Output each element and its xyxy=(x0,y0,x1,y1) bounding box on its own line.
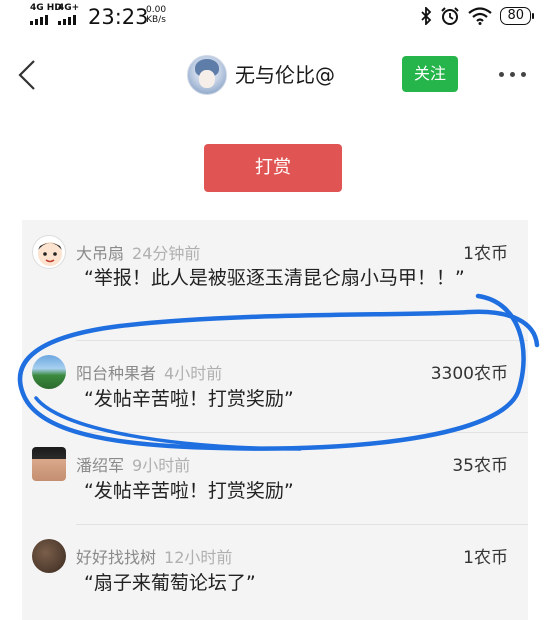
reward-message: “发帖辛苦啦！打赏奖励” xyxy=(84,480,294,502)
follow-button[interactable]: 关注 xyxy=(402,56,458,92)
back-arrow-icon[interactable] xyxy=(14,58,44,92)
speed-value: 0.00 xyxy=(146,5,167,15)
alarm-icon xyxy=(441,7,460,25)
battery-icon: 80 xyxy=(500,7,534,25)
reward-message: “扇子来葡萄论坛了” xyxy=(84,572,256,594)
reward-time: 24分钟前 xyxy=(132,244,201,263)
reward-list: 大吊扇 24分钟前 1农币 “举报！此人是被驱逐玉清昆仑扇小马甲！！” 阳台种果者… xyxy=(22,220,528,620)
divider xyxy=(76,340,528,341)
more-options-icon[interactable] xyxy=(499,72,526,77)
divider xyxy=(76,524,528,525)
reward-message: “发帖辛苦啦！打赏奖励” xyxy=(84,388,294,410)
reward-time: 9小时前 xyxy=(132,456,191,475)
avatar[interactable] xyxy=(187,55,227,95)
reward-sender: 潘绍军 9小时前 xyxy=(76,452,190,476)
profile-header: 无与伦比@ 关注 xyxy=(0,44,545,108)
reward-amount: 1农币 xyxy=(463,244,508,264)
page-title: 无与伦比@ xyxy=(235,63,335,87)
reward-time: 12小时前 xyxy=(164,548,233,567)
sender-name[interactable]: 潘绍军 xyxy=(76,456,124,475)
reward-amount: 1农币 xyxy=(463,548,508,568)
reward-button[interactable]: 打赏 xyxy=(204,144,342,192)
status-time: 23:23 xyxy=(88,5,149,29)
bluetooth-icon xyxy=(421,7,432,25)
network-speed: 0.00 KB/s xyxy=(146,5,166,25)
status-icons: 80 xyxy=(420,6,534,26)
user-avatar[interactable] xyxy=(32,235,66,269)
user-avatar[interactable] xyxy=(32,539,66,573)
reward-sender: 好好找找树 12小时前 xyxy=(76,544,232,568)
cartoon-face-icon xyxy=(38,242,62,266)
network2-label: 4G+ xyxy=(58,3,80,13)
reward-time: 4小时前 xyxy=(164,364,223,383)
user-avatar[interactable] xyxy=(32,447,66,481)
wifi-icon xyxy=(468,7,493,25)
reward-sender: 阳台种果者 4小时前 xyxy=(76,360,222,384)
reward-amount: 35农币 xyxy=(452,456,508,476)
sender-name[interactable]: 阳台种果者 xyxy=(76,364,156,383)
divider xyxy=(76,432,528,433)
sender-name[interactable]: 好好找找树 xyxy=(76,548,156,567)
signal-icon-2: 4G+ xyxy=(58,4,79,25)
user-avatar[interactable] xyxy=(32,355,66,389)
status-bar: 4G HD 4G+ 23:23 0.00 KB/s 80 xyxy=(0,0,545,36)
speed-unit: KB/s xyxy=(146,15,166,25)
sender-name[interactable]: 大吊扇 xyxy=(76,244,124,263)
reward-message: “举报！此人是被驱逐玉清昆仑扇小马甲！！” xyxy=(84,267,465,289)
reward-sender: 大吊扇 24分钟前 xyxy=(76,240,200,264)
reward-amount: 3300农币 xyxy=(430,364,508,384)
